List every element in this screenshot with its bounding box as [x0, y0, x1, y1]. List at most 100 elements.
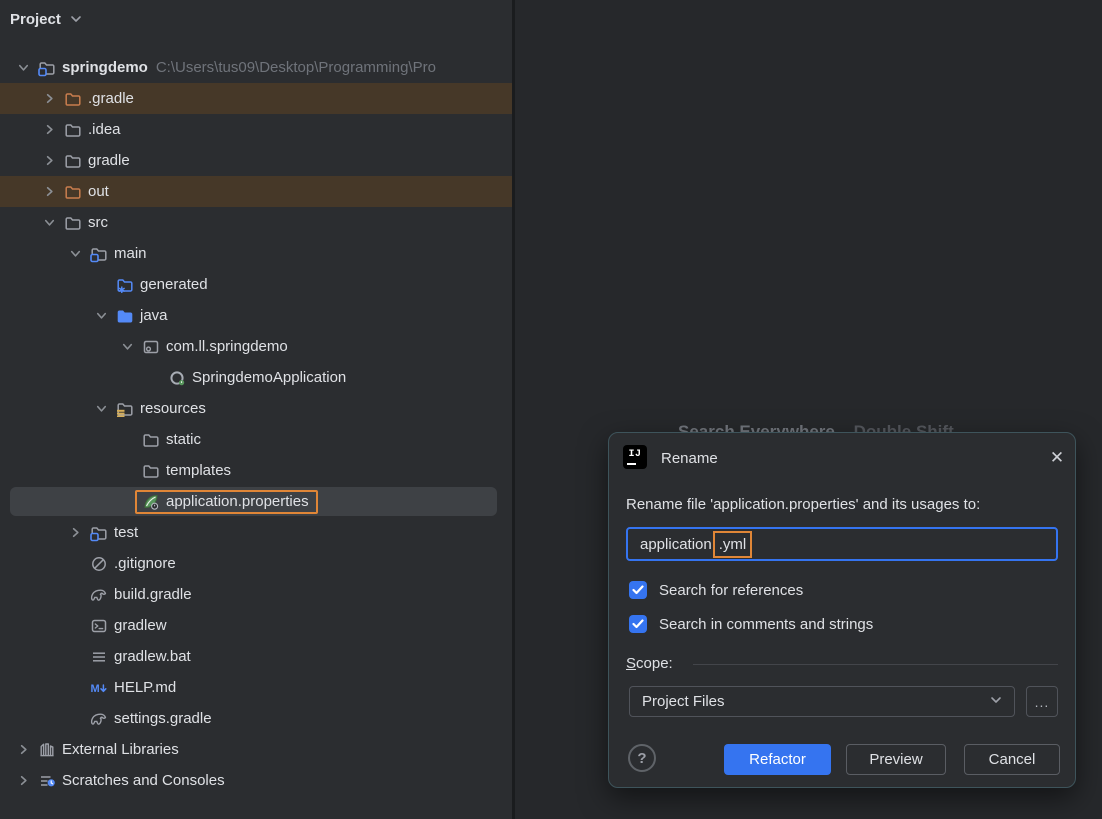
preview-button[interactable]: Preview: [846, 744, 946, 775]
tree-row-out[interactable]: out: [0, 176, 512, 207]
tree-item-label: build.gradle: [114, 586, 192, 603]
tree-row-settings-gradle[interactable]: settings.gradle: [0, 703, 512, 734]
checkbox-checked-icon[interactable]: [629, 581, 647, 599]
chevron-down-icon[interactable]: [12, 60, 34, 75]
chevron-right-icon[interactable]: [12, 742, 34, 757]
markdown-file-icon: M: [90, 679, 108, 697]
search-in-comments-checkbox-row[interactable]: Search in comments and strings: [629, 614, 873, 634]
tree-item-label: java: [140, 307, 168, 324]
project-root-folder-icon: [38, 59, 56, 77]
tree-row-resources[interactable]: resources: [0, 393, 512, 424]
generated-sources-folder-icon: ✱: [116, 276, 134, 295]
rename-input[interactable]: application .yml: [626, 527, 1058, 561]
refactor-button[interactable]: Refactor: [724, 744, 831, 775]
chevron-right-icon[interactable]: [38, 122, 60, 137]
intellij-logo-icon: IJ: [623, 445, 647, 469]
folder-icon: [64, 152, 82, 170]
tree-row-static[interactable]: static: [0, 424, 512, 455]
chevron-down-icon[interactable]: [90, 308, 112, 323]
tree-row-templates[interactable]: templates: [0, 455, 512, 486]
svg-text:✱: ✱: [118, 285, 126, 294]
tree-item-label: generated: [140, 276, 208, 293]
tree-row-main[interactable]: main: [0, 238, 512, 269]
resources-folder-icon: [116, 400, 134, 418]
svg-text:M: M: [91, 683, 100, 695]
chevron-down-icon[interactable]: [64, 246, 86, 261]
tree-item-label: resources: [140, 400, 206, 417]
tree-row-application-properties[interactable]: application.properties: [0, 486, 512, 517]
scope-selected-value: Project Files: [642, 693, 725, 710]
project-panel-title: Project: [10, 10, 61, 28]
help-button[interactable]: ?: [628, 744, 656, 772]
chevron-down-icon[interactable]: [90, 401, 112, 416]
tree-row--gradle[interactable]: .gradle: [0, 83, 512, 114]
tree-row-test[interactable]: test: [0, 517, 512, 548]
gradle-file-icon: [90, 586, 108, 604]
close-icon[interactable]: ✕: [1045, 446, 1069, 470]
tree-row-generated[interactable]: ✱ generated: [0, 269, 512, 300]
chevron-down-icon[interactable]: [116, 339, 138, 354]
excluded-folder-icon: [64, 90, 82, 108]
tree-row--gitignore[interactable]: .gitignore: [0, 548, 512, 579]
folder-icon: [142, 462, 160, 480]
tree-row-src[interactable]: src: [0, 207, 512, 238]
tree-item-label: main: [114, 245, 147, 262]
tree-item-label: com.ll.springdemo: [166, 338, 288, 355]
rename-dialog: IJ Rename ✕ Rename file 'application.pro…: [608, 432, 1076, 788]
package-icon: [142, 338, 160, 356]
tree-item-label: out: [88, 183, 109, 200]
panel-divider[interactable]: [512, 0, 515, 819]
chevron-right-icon[interactable]: [64, 525, 86, 540]
tree-item-label: .idea: [88, 121, 121, 138]
tree-item-label: .gitignore: [114, 555, 176, 572]
tree-item-label: test: [114, 524, 139, 541]
tree-row-springdemoapplication[interactable]: SpringdemoApplication: [0, 362, 512, 393]
tree-item-label: gradlew.bat: [114, 648, 191, 665]
source-module-folder-icon: [90, 245, 108, 263]
annotation-highlight-box: application.properties: [135, 489, 318, 514]
tree-row-help-md[interactable]: M HELP.md: [0, 672, 512, 703]
tree-row-external-libraries[interactable]: External Libraries: [0, 734, 512, 765]
scratches-consoles-icon: [38, 772, 56, 790]
tree-item-label: SpringdemoApplication: [192, 369, 347, 386]
chevron-down-icon[interactable]: [38, 215, 60, 230]
cancel-button[interactable]: Cancel: [964, 744, 1060, 775]
tree-row-springdemo[interactable]: springdemo C:\Users\tus09\Desktop\Program…: [0, 52, 512, 83]
checkbox-checked-icon[interactable]: [629, 615, 647, 633]
chevron-right-icon[interactable]: [38, 184, 60, 199]
tree-row-java[interactable]: java: [0, 300, 512, 331]
folder-icon: [64, 121, 82, 139]
tree-row-gradlew[interactable]: gradlew: [0, 610, 512, 641]
chevron-right-icon[interactable]: [38, 153, 60, 168]
scope-label: Scope:: [626, 655, 673, 672]
tree-row-gradle[interactable]: gradle: [0, 145, 512, 176]
text-file-icon: [90, 648, 108, 666]
tree-row-scratches-and-consoles[interactable]: Scratches and Consoles: [0, 765, 512, 796]
tree-item-label: External Libraries: [62, 741, 179, 758]
scope-separator: [693, 664, 1058, 665]
ignored-file-icon: [90, 555, 108, 573]
tree-item-label: application.properties: [166, 493, 309, 510]
tree-row-build-gradle[interactable]: build.gradle: [0, 579, 512, 610]
chevron-right-icon[interactable]: [12, 773, 34, 788]
tree-item-label: HELP.md: [114, 679, 177, 696]
tree-row-gradlew-bat[interactable]: gradlew.bat: [0, 641, 512, 672]
rename-message: Rename file 'application.properties' and…: [626, 496, 981, 513]
tree-row-com-ll-springdemo[interactable]: com.ll.springdemo: [0, 331, 512, 362]
project-tree: springdemo C:\Users\tus09\Desktop\Program…: [0, 52, 512, 796]
scope-dropdown[interactable]: Project Files: [629, 686, 1015, 717]
tree-row--idea[interactable]: .idea: [0, 114, 512, 145]
tree-item-label: Scratches and Consoles: [62, 772, 225, 789]
console-script-icon: [90, 617, 108, 635]
tree-item-label: src: [88, 214, 108, 231]
tree-item-label: settings.gradle: [114, 710, 212, 727]
checkbox-label: Search for references: [659, 581, 804, 599]
java-sources-folder-icon: [116, 307, 134, 325]
dialog-title: Rename: [661, 450, 718, 467]
scope-browse-button[interactable]: ...: [1026, 686, 1058, 717]
spring-config-file-icon: [142, 493, 160, 511]
project-panel-header[interactable]: Project: [0, 0, 512, 38]
search-for-references-checkbox-row[interactable]: Search for references: [629, 580, 803, 600]
chevron-down-icon[interactable]: [68, 11, 84, 27]
chevron-right-icon[interactable]: [38, 91, 60, 106]
